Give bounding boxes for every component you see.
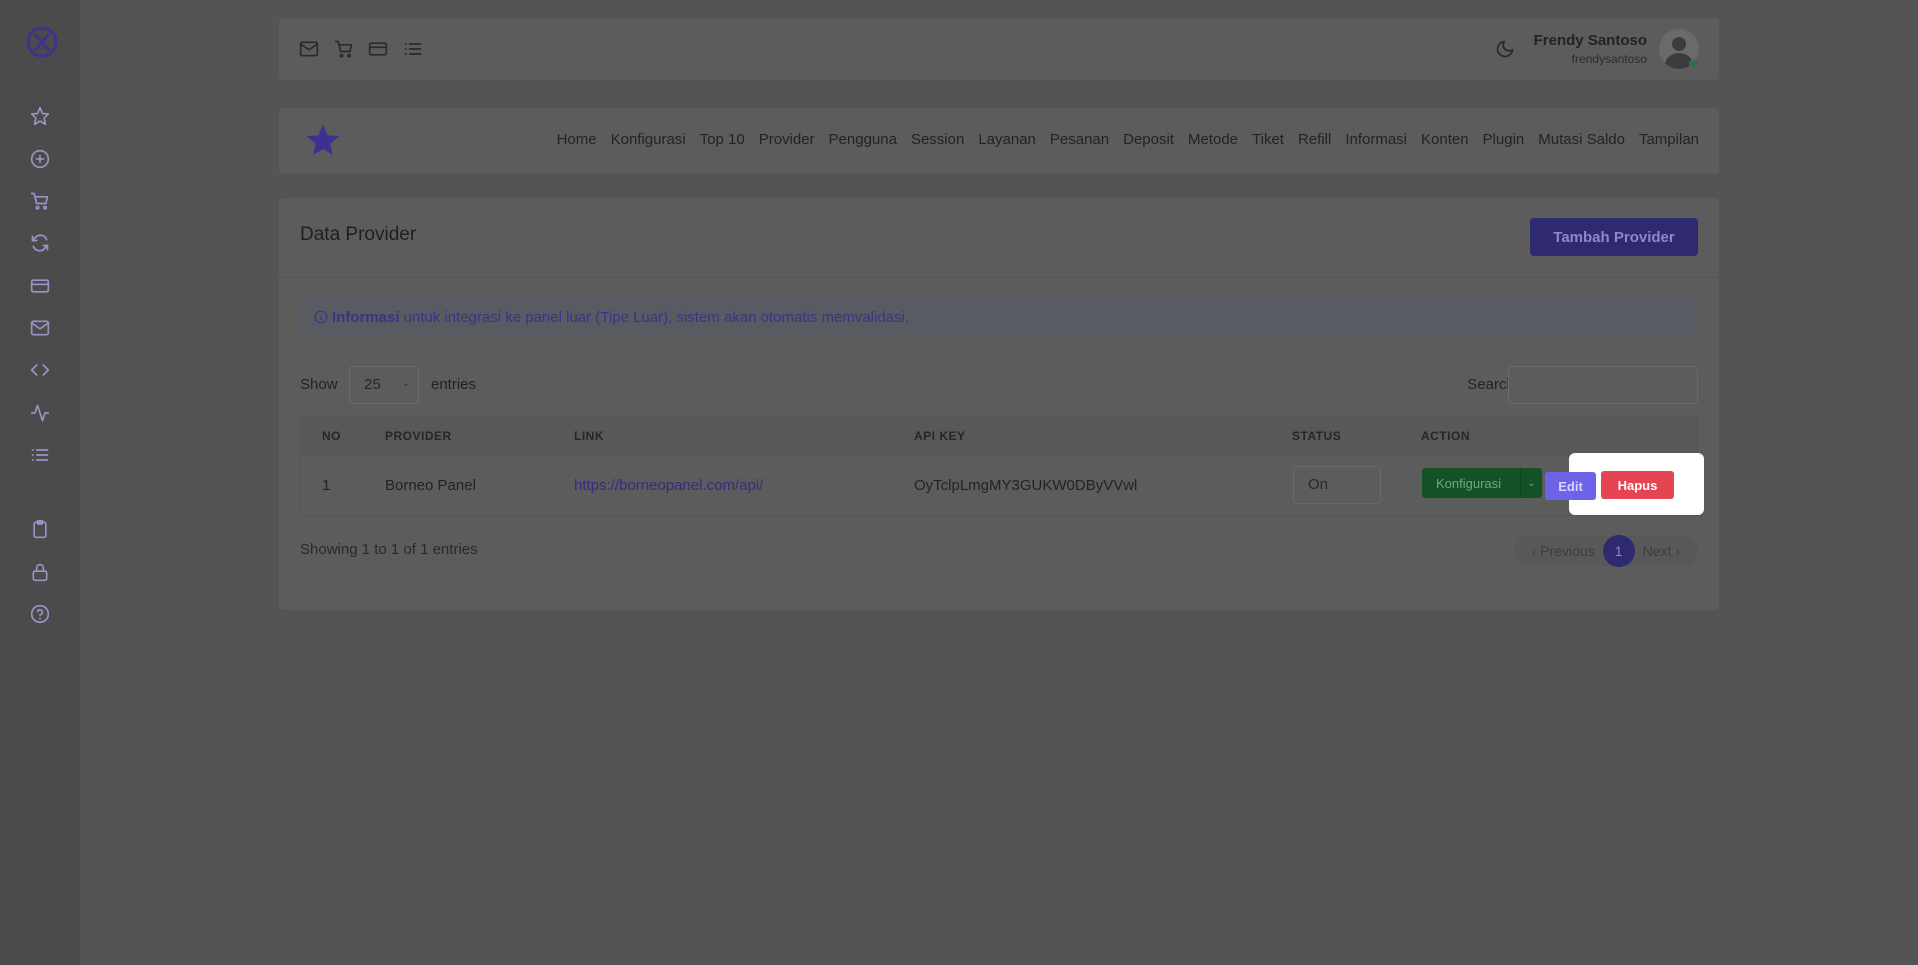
mail-icon[interactable]: [297, 37, 321, 61]
previous-page-button[interactable]: ‹ Previous: [1524, 543, 1603, 559]
nav-links: Home Konfigurasi Top 10 Provider Penggun…: [557, 131, 1699, 148]
credit-card-icon[interactable]: [366, 37, 390, 61]
nav-link-session[interactable]: Session: [911, 131, 964, 148]
refresh-icon[interactable]: [28, 231, 52, 255]
activity-icon[interactable]: [28, 401, 52, 425]
column-header-no[interactable]: NO: [322, 429, 341, 443]
nav-link-pesanan[interactable]: Pesanan: [1050, 131, 1109, 148]
search-input[interactable]: [1508, 366, 1698, 404]
entries-select-value: 25: [364, 376, 381, 393]
help-icon[interactable]: [28, 602, 52, 626]
brand-star-icon[interactable]: [305, 122, 341, 158]
moon-icon[interactable]: [1493, 37, 1517, 61]
pagination: ‹ Previous 1 Next ›: [1513, 535, 1698, 567]
nav-link-informasi[interactable]: Informasi: [1345, 131, 1407, 148]
status-select[interactable]: On: [1293, 466, 1381, 504]
provider-table: NO PROVIDER LINK API KEY STATUS ACTION 1…: [300, 416, 1698, 516]
star-icon[interactable]: [28, 104, 52, 128]
konfigurasi-label: Konfigurasi: [1436, 475, 1502, 491]
plus-circle-icon[interactable]: [28, 147, 52, 171]
cell-link[interactable]: https://borneopanel.com/api/: [574, 477, 763, 494]
nav-link-mutasi-saldo[interactable]: Mutasi Saldo: [1538, 131, 1625, 148]
code-icon[interactable]: [28, 358, 52, 382]
show-label: Show: [300, 376, 338, 393]
cart-icon[interactable]: [28, 189, 52, 213]
nav-link-layanan[interactable]: Layanan: [978, 131, 1036, 148]
credit-card-icon[interactable]: [28, 274, 52, 298]
nav-link-provider[interactable]: Provider: [759, 131, 815, 148]
nav-link-plugin[interactable]: Plugin: [1483, 131, 1525, 148]
cell-provider: Borneo Panel: [385, 477, 476, 494]
mail-icon[interactable]: [28, 316, 52, 340]
add-provider-button[interactable]: Tambah Provider: [1530, 218, 1698, 256]
chevron-down-icon[interactable]: ⌄: [1520, 468, 1542, 498]
lock-icon[interactable]: [28, 560, 52, 584]
list-icon[interactable]: [401, 37, 425, 61]
page-1-button[interactable]: 1: [1602, 535, 1635, 567]
column-header-link[interactable]: LINK: [574, 429, 604, 443]
nav-link-metode[interactable]: Metode: [1188, 131, 1238, 148]
card-header: Data Provider Tambah Provider: [279, 198, 1719, 278]
cart-icon[interactable]: [332, 37, 356, 61]
column-header-status[interactable]: STATUS: [1292, 429, 1341, 443]
nav-link-konfigurasi[interactable]: Konfigurasi: [611, 131, 686, 148]
entries-label: entries: [431, 376, 477, 393]
provider-card: Data Provider Tambah Provider Informasi …: [279, 198, 1719, 610]
sidebar: [0, 0, 80, 965]
cell-no: 1: [322, 477, 331, 494]
info-alert: Informasi untuk integrasi ke panel luar …: [300, 298, 1698, 336]
nav-link-refill[interactable]: Refill: [1298, 131, 1331, 148]
alert-bold-label: Informasi: [332, 308, 400, 326]
nav-link-home[interactable]: Home: [557, 131, 597, 148]
user-name[interactable]: Frendy Santoso: [1534, 32, 1647, 49]
table-header: NO PROVIDER LINK API KEY STATUS ACTION: [301, 417, 1697, 457]
cell-api-key: OyTclpLmgMY3GUKW0DByVVwl: [914, 477, 1138, 494]
konfigurasi-button[interactable]: Konfigurasi ⌄: [1422, 468, 1542, 498]
edit-button[interactable]: Edit: [1545, 472, 1596, 500]
showing-entries-text: Showing 1 to 1 of 1 entries: [300, 541, 478, 558]
nav-link-pengguna[interactable]: Pengguna: [829, 131, 897, 148]
nav-link-tiket[interactable]: Tiket: [1252, 131, 1284, 148]
column-header-action[interactable]: ACTION: [1421, 429, 1470, 443]
online-status-dot: [1689, 59, 1699, 69]
topbar: Frendy Santoso frendysantoso: [279, 18, 1719, 80]
column-header-api-key[interactable]: API KEY: [914, 429, 966, 443]
nav-link-deposit[interactable]: Deposit: [1123, 131, 1174, 148]
page-title: Data Provider: [300, 224, 417, 245]
entries-select[interactable]: 25 ⌄: [349, 366, 419, 404]
app-logo[interactable]: [24, 24, 60, 60]
column-header-provider[interactable]: PROVIDER: [385, 429, 452, 443]
nav-link-konten[interactable]: Konten: [1421, 131, 1469, 148]
delete-button[interactable]: Hapus: [1601, 471, 1674, 499]
navbar: Home Konfigurasi Top 10 Provider Penggun…: [279, 108, 1719, 174]
next-page-button[interactable]: Next ›: [1635, 543, 1688, 559]
alert-text: untuk integrasi ke panel luar (Tipe Luar…: [403, 308, 910, 326]
clipboard-icon[interactable]: [28, 517, 52, 541]
nav-link-top-10[interactable]: Top 10: [700, 131, 745, 148]
nav-link-tampilan[interactable]: Tampilan: [1639, 131, 1699, 148]
list-icon[interactable]: [28, 443, 52, 467]
info-icon: [314, 310, 328, 324]
chevron-down-icon: ⌄: [401, 378, 410, 389]
user-handle: frendysantoso: [1571, 52, 1647, 66]
